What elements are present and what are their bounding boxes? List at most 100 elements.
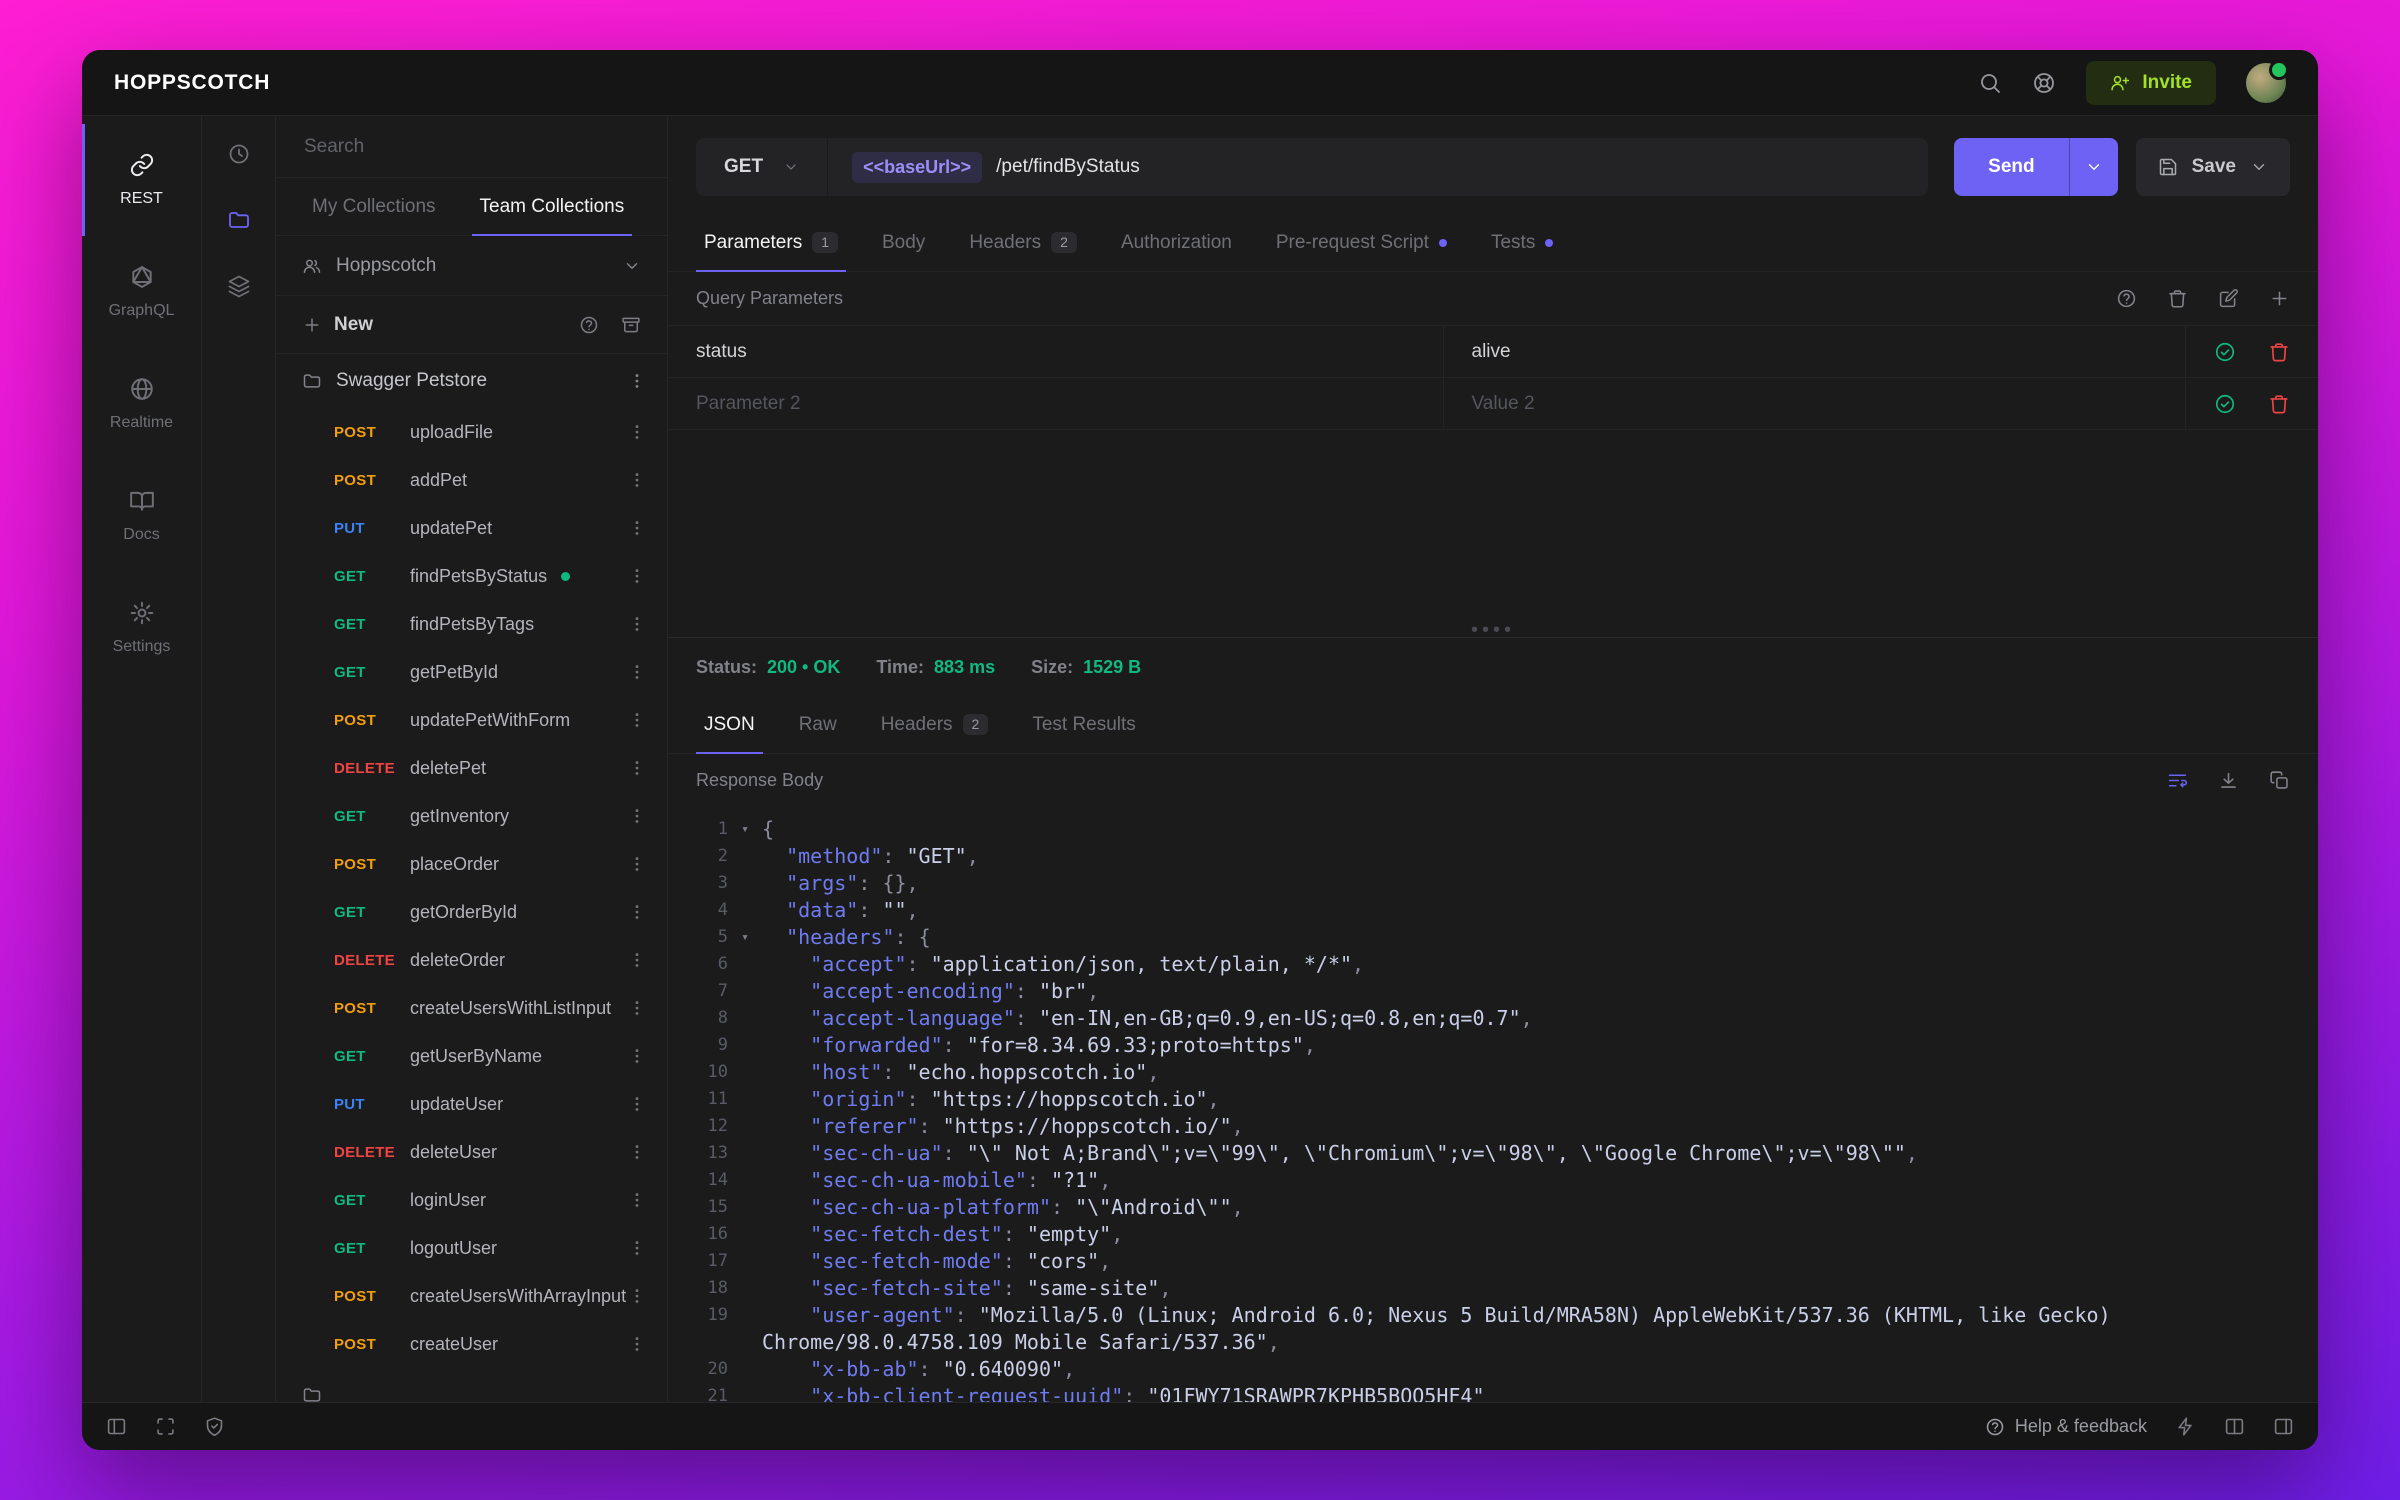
more-options-icon[interactable] [627,1094,647,1114]
collection-folder-partial[interactable] [276,1368,667,1402]
nav-item-realtime[interactable]: Realtime [82,348,201,460]
param-delete-icon[interactable] [2268,393,2290,415]
more-options-icon[interactable] [627,758,647,778]
nav-item-settings[interactable]: Settings [82,572,201,684]
collections-tab-my-collections[interactable]: My Collections [290,178,458,235]
more-options-icon[interactable] [627,662,647,682]
archive-icon[interactable] [621,315,641,335]
request-item-deletePet[interactable]: DELETE deletePet [276,744,667,792]
request-tab-pre-request-script[interactable]: Pre-request Script [1254,214,1469,271]
more-options-icon[interactable] [627,950,647,970]
response-tab-test-results[interactable]: Test Results [1010,696,1157,753]
param-value-input[interactable]: alive [1444,326,2186,377]
more-options-icon[interactable] [627,1190,647,1210]
request-item-updateUser[interactable]: PUT updateUser [276,1080,667,1128]
shield-check-icon[interactable] [204,1416,225,1437]
search-icon[interactable] [1978,71,2002,95]
request-item-getUserByName[interactable]: GET getUserByName [276,1032,667,1080]
help-icon[interactable] [2116,288,2137,309]
request-item-placeOrder[interactable]: POST placeOrder [276,840,667,888]
wrap-lines-icon[interactable] [2167,770,2188,791]
param-delete-icon[interactable] [2268,341,2290,363]
request-item-createUsersWithArrayInput[interactable]: POST createUsersWithArrayInput [276,1272,667,1320]
help-feedback-button[interactable]: Help & feedback [1985,1416,2147,1437]
split-view-icon[interactable] [2224,1416,2245,1437]
response-tab-json[interactable]: JSON [682,696,777,754]
param-key-input[interactable]: Parameter 2 [668,378,1444,429]
response-tab-raw[interactable]: Raw [777,696,859,753]
request-item-findPetsByTags[interactable]: GET findPetsByTags [276,600,667,648]
param-active-toggle-icon[interactable] [2214,393,2236,415]
method-selector[interactable]: GET [696,138,828,196]
clock-icon[interactable] [227,142,251,166]
sidebar-toggle-icon[interactable] [106,1416,127,1437]
request-item-uploadFile[interactable]: POST uploadFile [276,408,667,456]
collections-tab-team-collections[interactable]: Team Collections [458,178,647,236]
search-input[interactable] [304,135,639,158]
save-button[interactable]: Save [2135,138,2290,196]
request-item-deleteOrder[interactable]: DELETE deleteOrder [276,936,667,984]
request-tab-parameters[interactable]: Parameters 1 [682,214,860,272]
nav-item-rest[interactable]: REST [82,124,201,236]
request-item-loginUser[interactable]: GET loginUser [276,1176,667,1224]
request-item-updatePetWithForm[interactable]: POST updatePetWithForm [276,696,667,744]
panel-right-icon[interactable] [2273,1416,2294,1437]
request-tab-authorization[interactable]: Authorization [1099,214,1254,271]
more-options-icon[interactable] [627,470,647,490]
download-icon[interactable] [2218,770,2239,791]
request-item-getInventory[interactable]: GET getInventory [276,792,667,840]
more-options-icon[interactable] [627,902,647,922]
expand-icon[interactable] [155,1416,176,1437]
request-item-getOrderById[interactable]: GET getOrderById [276,888,667,936]
collection-folder[interactable]: Swagger Petstore [276,354,667,408]
pane-resize-handle[interactable]: •••• [1471,620,1515,640]
more-options-icon[interactable] [627,1238,647,1258]
delete-all-icon[interactable] [2167,288,2188,309]
new-button[interactable]: New [302,314,373,336]
send-button[interactable]: Send [1954,138,2069,196]
request-item-findPetsByStatus[interactable]: GET findPetsByStatus [276,552,667,600]
nav-item-graphql[interactable]: GraphQL [82,236,201,348]
request-item-createUsersWithListInput[interactable]: POST createUsersWithListInput [276,984,667,1032]
folder-icon[interactable] [227,208,251,232]
copy-icon[interactable] [2269,770,2290,791]
request-tab-body[interactable]: Body [860,214,947,271]
request-item-addPet[interactable]: POST addPet [276,456,667,504]
more-options-icon[interactable] [627,854,647,874]
more-options-icon[interactable] [627,710,647,730]
fold-icon[interactable]: ▾ [728,924,762,951]
request-tab-headers[interactable]: Headers 2 [947,214,1099,271]
more-options-icon[interactable] [627,371,647,391]
avatar[interactable] [2246,59,2289,103]
more-options-icon[interactable] [627,614,647,634]
support-icon[interactable] [2032,71,2056,95]
fold-icon[interactable]: ▾ [728,816,762,843]
chevron-down-icon[interactable] [2250,158,2268,176]
layers-icon[interactable] [227,274,251,298]
more-options-icon[interactable] [627,998,647,1018]
response-tab-headers[interactable]: Headers 2 [859,696,1011,753]
edit-icon[interactable] [2218,288,2239,309]
more-options-icon[interactable] [627,1046,647,1066]
request-item-createUser[interactable]: POST createUser [276,1320,667,1368]
team-selector[interactable]: Hoppscotch [276,236,667,296]
invite-button[interactable]: Invite [2086,60,2216,105]
param-value-input[interactable]: Value 2 [1444,378,2186,429]
param-active-toggle-icon[interactable] [2214,341,2236,363]
nav-item-docs[interactable]: Docs [82,460,201,572]
request-item-updatePet[interactable]: PUT updatePet [276,504,667,552]
env-variable-chip[interactable]: <<baseUrl>> [852,151,983,183]
request-item-deleteUser[interactable]: DELETE deleteUser [276,1128,667,1176]
shortcuts-icon[interactable] [2175,1416,2196,1437]
more-options-icon[interactable] [627,806,647,826]
request-tab-tests[interactable]: Tests [1469,214,1575,271]
send-options-button[interactable] [2068,138,2118,196]
request-item-logoutUser[interactable]: GET logoutUser [276,1224,667,1272]
request-item-getPetById[interactable]: GET getPetById [276,648,667,696]
url-input[interactable]: <<baseUrl>> /pet/findByStatus [827,138,1929,196]
param-key-input[interactable]: status [668,326,1444,377]
help-icon[interactable] [579,315,599,335]
more-options-icon[interactable] [627,1334,647,1354]
more-options-icon[interactable] [627,566,647,586]
more-options-icon[interactable] [627,518,647,538]
